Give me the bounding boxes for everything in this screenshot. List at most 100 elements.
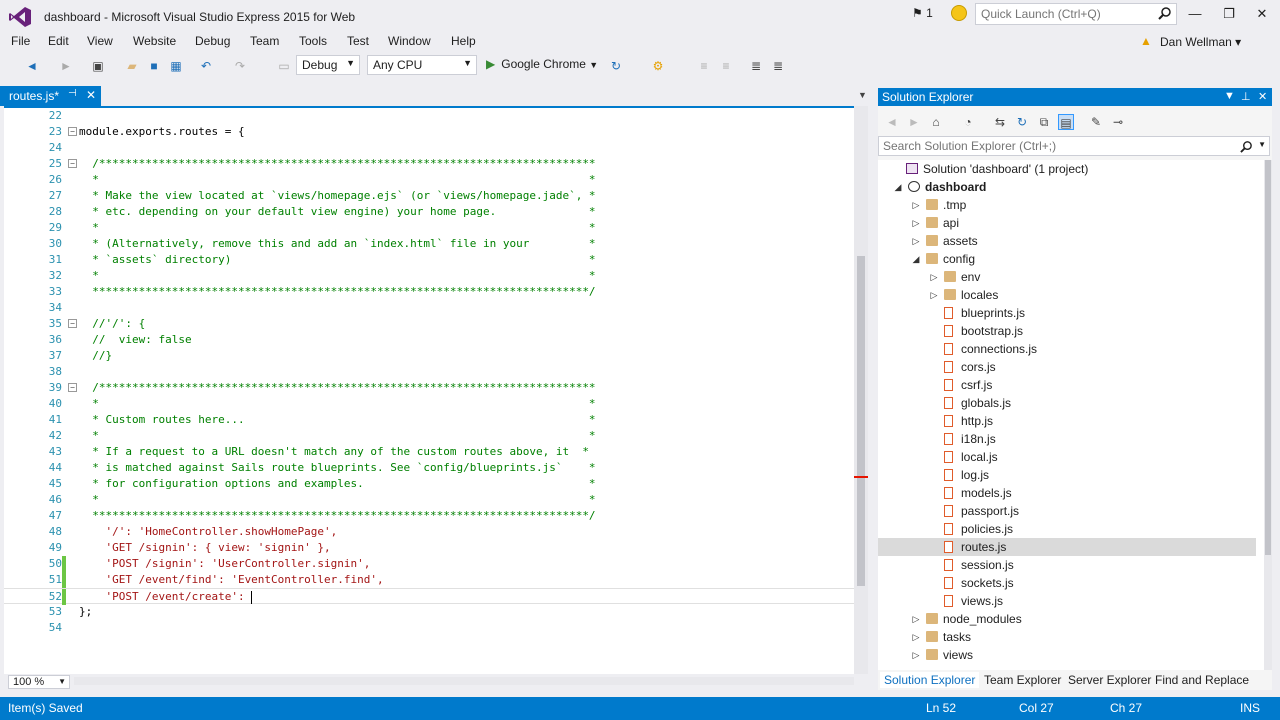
window-position-dropdown-icon[interactable]: ▼ xyxy=(1224,90,1235,102)
tree-item[interactable]: globals.js xyxy=(878,394,1256,412)
zoom-level-dropdown[interactable]: 100 % ▼ xyxy=(8,675,70,689)
redo-icon[interactable]: ↷ xyxy=(232,58,248,74)
feedback-smiley-icon[interactable] xyxy=(951,5,967,21)
tree-item[interactable]: csrf.js xyxy=(878,376,1256,394)
menu-team[interactable]: Team xyxy=(247,34,282,48)
tree-item[interactable]: ▷ .tmp xyxy=(878,196,1256,214)
solution-configuration-dropdown[interactable]: Debug ▼ xyxy=(296,55,360,75)
tree-item[interactable]: Solution 'dashboard' (1 project) xyxy=(878,160,1256,178)
menu-help[interactable]: Help xyxy=(448,34,479,48)
tree-item[interactable]: ▷ node_modules xyxy=(878,610,1256,628)
quick-launch-box[interactable] xyxy=(975,3,1177,25)
undo-icon[interactable]: ↶ xyxy=(198,58,214,74)
close-icon[interactable]: ✕ xyxy=(86,88,96,102)
outdent-icon[interactable]: ≡ xyxy=(718,58,734,74)
editor-vertical-scrollbar[interactable] xyxy=(854,106,868,674)
output-icon[interactable]: ▭ xyxy=(276,58,292,74)
collapse-outline-icon[interactable]: − xyxy=(68,127,77,136)
menu-tools[interactable]: Tools xyxy=(296,34,330,48)
code-line[interactable]: 50 'POST /signin': 'UserController.signi… xyxy=(4,556,854,572)
code-line[interactable]: 31 * `assets` directory) * xyxy=(4,252,854,268)
preview-selected-items-icon[interactable]: ⊸ xyxy=(1110,114,1126,130)
code-editor[interactable]: 22 23− module.exports.routes = {24 25− /***… xyxy=(4,106,854,674)
code-line[interactable]: 22 xyxy=(4,108,854,124)
code-line[interactable]: 53}; xyxy=(4,604,854,620)
forward-icon[interactable]: ► xyxy=(906,114,922,130)
code-line[interactable]: 33 *************************************… xyxy=(4,284,854,300)
tab-solution-explorer[interactable]: Solution Explorer xyxy=(880,672,980,688)
tree-item[interactable]: ▷ views xyxy=(878,646,1256,664)
show-all-files-icon[interactable]: ▤ xyxy=(1058,114,1074,130)
pending-changes-filter-icon[interactable]: ◔ xyxy=(960,114,976,130)
code-line[interactable]: 40 * * xyxy=(4,396,854,412)
code-line[interactable]: 45 * for configuration options and examp… xyxy=(4,476,854,492)
expand-arrow-icon[interactable]: ▷ xyxy=(910,196,922,214)
collapse-arrow-icon[interactable]: ◢ xyxy=(910,250,922,268)
code-line[interactable]: 48 '/': 'HomeController.showHomePage', xyxy=(4,524,854,540)
code-line[interactable]: 42 * * xyxy=(4,428,854,444)
code-line[interactable]: 47 *************************************… xyxy=(4,508,854,524)
code-line[interactable]: 43 * If a request to a URL doesn't match… xyxy=(4,444,854,460)
tree-item[interactable]: routes.js xyxy=(878,538,1256,556)
solution-explorer-scrollbar[interactable] xyxy=(1264,160,1272,670)
tab-server-explorer[interactable]: Server Explorer xyxy=(1064,672,1155,688)
pin-icon[interactable]: ⊣ xyxy=(68,88,77,99)
code-line[interactable]: 41 * Custom routes here... * xyxy=(4,412,854,428)
code-line[interactable]: 51 'GET /event/find': 'EventController.f… xyxy=(4,572,854,588)
menu-view[interactable]: View xyxy=(84,34,116,48)
collapse-outline-icon[interactable]: − xyxy=(68,159,77,168)
comment-icon[interactable]: ≣ xyxy=(748,58,764,74)
code-line[interactable]: 44 * is matched against Sails route blue… xyxy=(4,460,854,476)
code-line[interactable]: 29 * * xyxy=(4,220,854,236)
code-line[interactable]: 46 * * xyxy=(4,492,854,508)
tree-item[interactable]: passport.js xyxy=(878,502,1256,520)
save-all-icon[interactable]: ▦ xyxy=(168,58,184,74)
tree-item[interactable]: ▷ assets xyxy=(878,232,1256,250)
home-icon[interactable]: ⌂ xyxy=(928,114,944,130)
tree-item[interactable]: http.js xyxy=(878,412,1256,430)
expand-arrow-icon[interactable]: ▷ xyxy=(910,214,922,232)
editor-horizontal-scrollbar[interactable] xyxy=(74,677,854,685)
refresh-browser-icon[interactable]: ↻ xyxy=(608,58,624,74)
tab-team-explorer[interactable]: Team Explorer xyxy=(980,672,1065,688)
expand-arrow-icon[interactable]: ▷ xyxy=(928,268,940,286)
chevron-down-icon[interactable]: ▼ xyxy=(1258,140,1266,149)
code-line[interactable]: 25− /***********************************… xyxy=(4,156,854,172)
tree-item[interactable]: ◢ config xyxy=(878,250,1256,268)
code-line[interactable]: 39− /***********************************… xyxy=(4,380,854,396)
tab-dropdown-icon[interactable]: ▼ xyxy=(858,90,867,100)
save-icon[interactable]: ■ xyxy=(146,58,162,74)
quick-launch-input[interactable] xyxy=(976,4,1146,24)
minimize-button[interactable]: — xyxy=(1183,4,1207,24)
tree-item[interactable]: ▷ tasks xyxy=(878,628,1256,646)
expand-arrow-icon[interactable]: ▷ xyxy=(910,610,922,628)
properties-wrench-icon[interactable]: ✎ xyxy=(1088,114,1104,130)
tree-item[interactable]: views.js xyxy=(878,592,1256,610)
tree-item[interactable]: models.js xyxy=(878,484,1256,502)
navigate-back-icon[interactable]: ◄ xyxy=(24,58,40,74)
scrollbar-thumb[interactable] xyxy=(857,256,865,586)
tree-item[interactable]: i18n.js xyxy=(878,430,1256,448)
tree-item[interactable]: blueprints.js xyxy=(878,304,1256,322)
expand-arrow-icon[interactable]: ▷ xyxy=(910,628,922,646)
tree-item[interactable]: ▷ locales xyxy=(878,286,1256,304)
close-button[interactable]: ✕ xyxy=(1250,4,1274,24)
expand-arrow-icon[interactable]: ▷ xyxy=(928,286,940,304)
uncomment-icon[interactable]: ≣ xyxy=(770,58,786,74)
close-icon[interactable]: ✕ xyxy=(1258,90,1267,103)
notifications-button[interactable]: ⚑ 1 xyxy=(912,6,933,20)
tree-item[interactable]: ◢ dashboard xyxy=(878,178,1256,196)
sync-with-active-document-icon[interactable]: ⇆ xyxy=(992,114,1008,130)
tree-item[interactable]: policies.js xyxy=(878,520,1256,538)
code-line[interactable]: 26 * * xyxy=(4,172,854,188)
menu-window[interactable]: Window xyxy=(385,34,434,48)
tree-item[interactable]: log.js xyxy=(878,466,1256,484)
tree-item[interactable]: sockets.js xyxy=(878,574,1256,592)
tree-item[interactable]: connections.js xyxy=(878,340,1256,358)
code-line[interactable]: 32 * * xyxy=(4,268,854,284)
auto-hide-pin-icon[interactable]: ⊥ xyxy=(1241,90,1251,103)
restore-button[interactable]: ❐ xyxy=(1217,4,1241,24)
tab-find-and-replace[interactable]: Find and Replace xyxy=(1151,672,1253,688)
collapse-all-icon[interactable]: ⧉ xyxy=(1036,114,1052,130)
tab-routes-js[interactable]: routes.js* ⊣ ✕ xyxy=(0,86,101,106)
